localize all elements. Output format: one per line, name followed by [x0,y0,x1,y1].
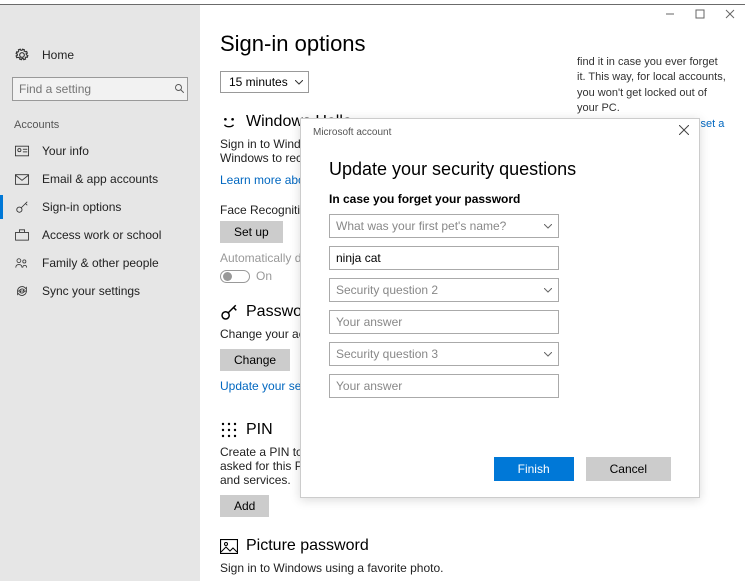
sidebar-item-your-info[interactable]: Your info [0,137,200,165]
auto-dismiss-toggle[interactable] [220,270,250,283]
page-title: Sign-in options [220,31,725,57]
briefcase-icon [14,227,30,243]
sidebar-section-header: Accounts [0,115,200,137]
sidebar-item-label: Sign-in options [42,200,121,214]
search-icon [174,83,186,95]
dialog-title: Update your security questions [329,159,671,180]
picture-section: Picture password Sign in to Windows usin… [220,537,725,581]
sidebar: Home Accounts Your info Email & app acco… [0,5,200,581]
help-text: find it in case you ever forget it. This… [577,55,727,117]
cancel-button[interactable]: Cancel [586,457,671,481]
sidebar-item-label: Access work or school [42,228,161,242]
sidebar-item-label: Family & other people [42,256,159,270]
picture-heading: Picture password [246,537,369,555]
dropdown-value: 15 minutes [229,75,288,89]
chevron-down-icon [544,288,552,293]
input-value: ninja cat [336,251,381,265]
sidebar-item-email[interactable]: Email & app accounts [0,165,200,193]
require-signin-dropdown[interactable]: 15 minutes [220,71,309,93]
chevron-down-icon [295,80,303,85]
dialog-subtitle: In case you forget your password [329,192,671,206]
select-value: Security question 2 [336,283,438,297]
sidebar-item-label: Sync your settings [42,284,140,298]
finish-button[interactable]: Finish [494,457,574,481]
select-value: Security question 3 [336,347,438,361]
input-placeholder: Your answer [336,315,402,329]
pin-icon [220,421,238,439]
chevron-down-icon [544,352,552,357]
question-3-select[interactable]: Security question 3 [329,342,559,366]
search-input[interactable] [19,82,174,96]
sidebar-item-label: Email & app accounts [42,172,158,186]
toggle-state: On [256,269,272,283]
input-placeholder: Your answer [336,379,402,393]
answer-1-input[interactable]: ninja cat [329,246,559,270]
people-icon [14,255,30,271]
sidebar-item-label: Your info [42,144,89,158]
sidebar-item-family[interactable]: Family & other people [0,249,200,277]
security-questions-dialog: Microsoft account Update your security q… [300,118,700,498]
dialog-header: Microsoft account [313,127,391,138]
chevron-down-icon [544,224,552,229]
sidebar-item-sync[interactable]: Sync your settings [0,277,200,305]
answer-3-input[interactable]: Your answer [329,374,559,398]
gear-icon [14,47,30,63]
dialog-close-button[interactable] [679,125,689,135]
picture-icon [220,539,238,554]
pin-add-button[interactable]: Add [220,495,269,517]
key-icon [14,199,30,215]
home-nav[interactable]: Home [0,41,200,69]
home-label: Home [42,48,74,62]
question-1-select[interactable]: What was your first pet's name? [329,214,559,238]
answer-2-input[interactable]: Your answer [329,310,559,334]
question-2-select[interactable]: Security question 2 [329,278,559,302]
face-icon [220,113,238,131]
key-icon [220,303,238,321]
sidebar-item-signin[interactable]: Sign-in options [0,193,200,221]
id-card-icon [14,143,30,159]
change-button[interactable]: Change [220,349,290,371]
setup-button[interactable]: Set up [220,221,283,243]
picture-desc: Sign in to Windows using a favorite phot… [220,561,520,575]
pin-heading: PIN [246,421,273,439]
search-input-wrap[interactable] [12,77,188,101]
sidebar-item-work[interactable]: Access work or school [0,221,200,249]
select-value: What was your first pet's name? [336,219,506,233]
mail-icon [14,171,30,187]
sync-icon [14,283,30,299]
